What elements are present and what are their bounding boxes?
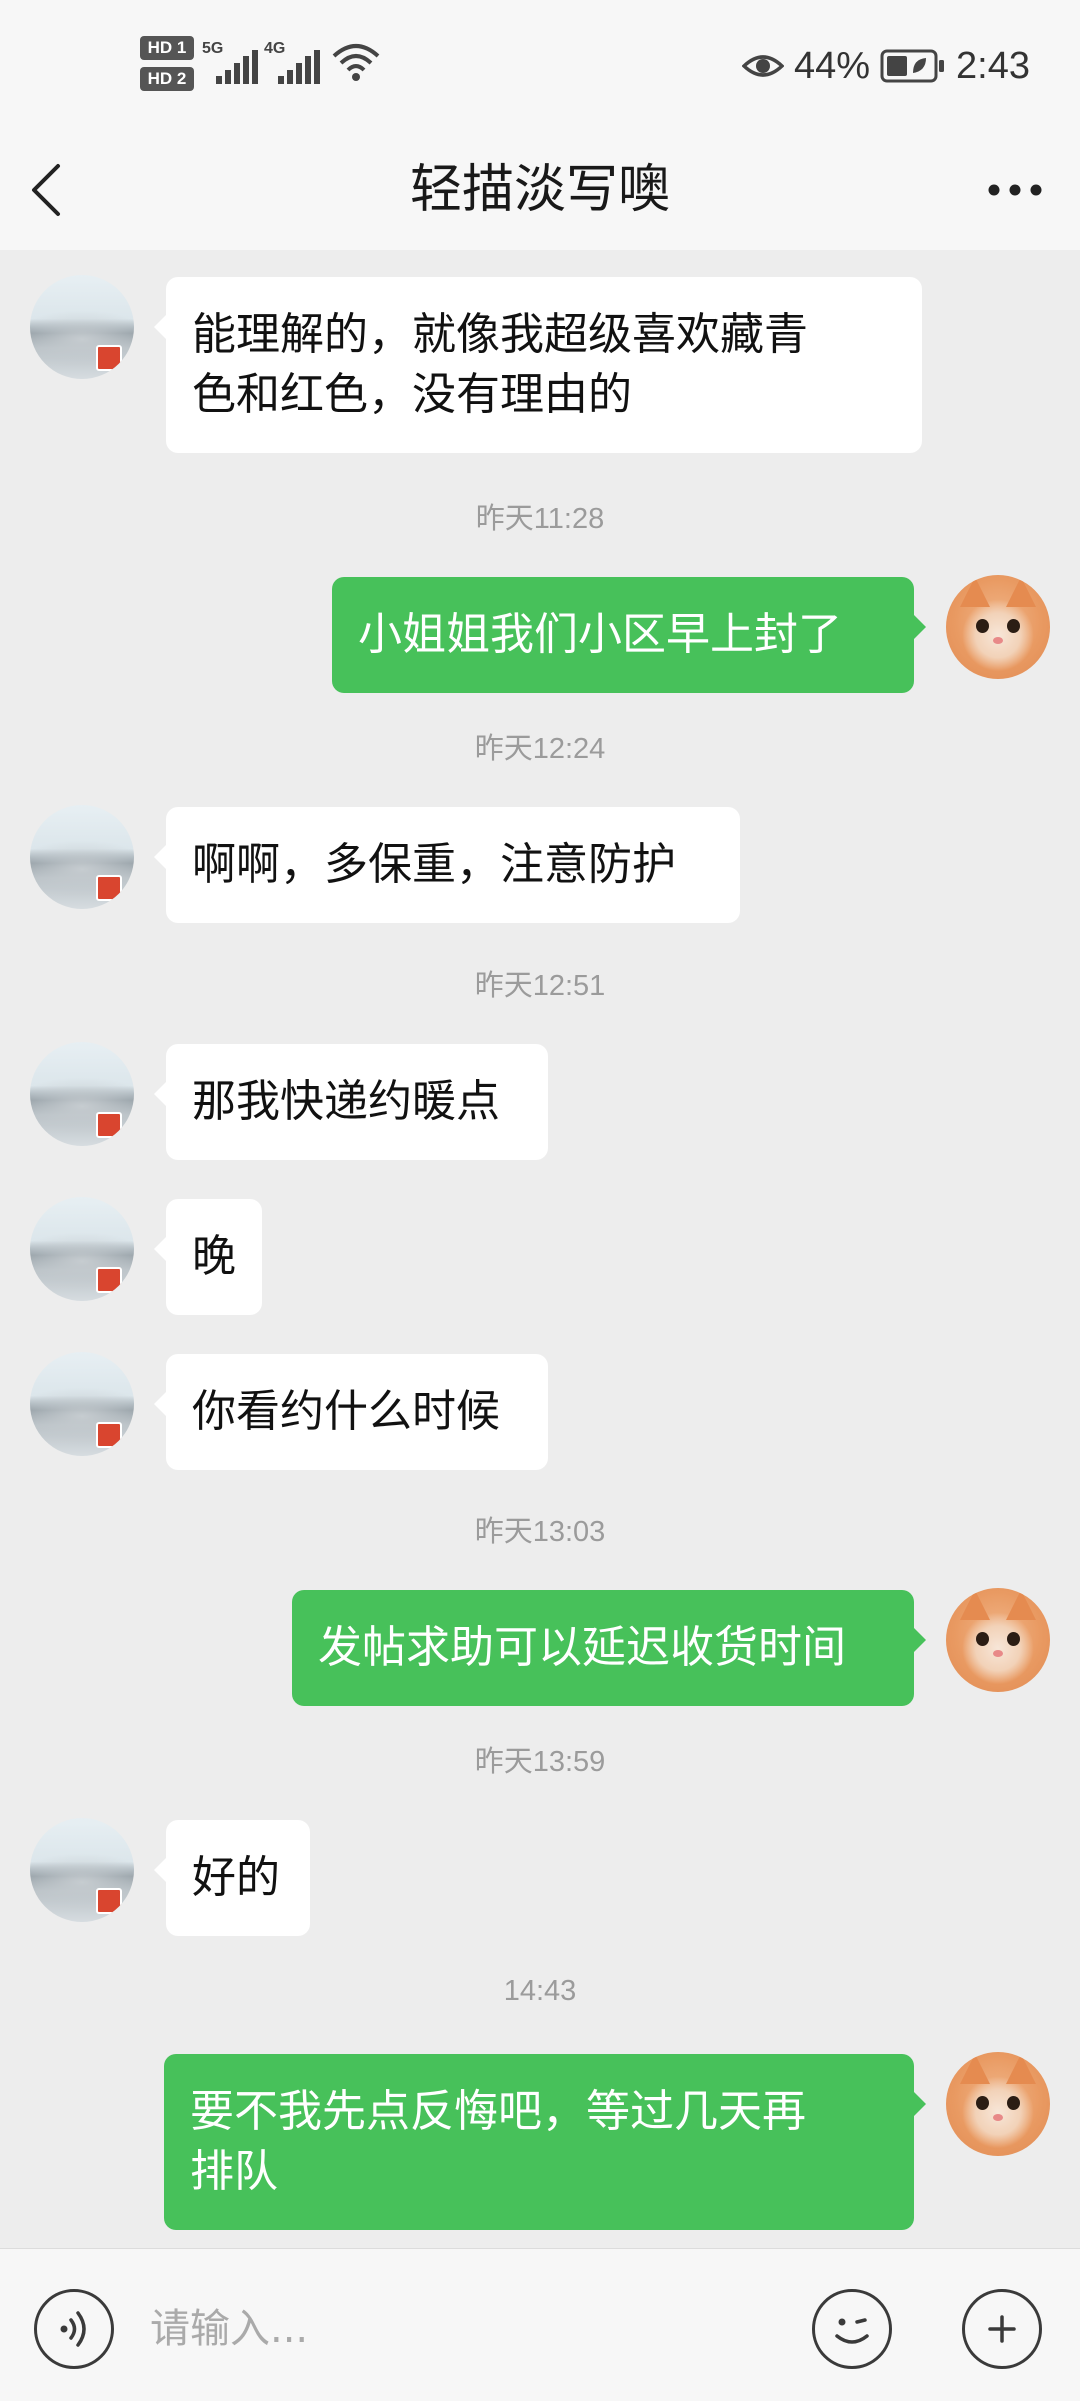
message-bubble[interactable]: 啊啊，多保重，注意防护 [154,807,740,923]
message-text-line: 晚 [192,1231,236,1282]
chat-title: 轻描淡写噢 [409,160,670,220]
message-text-line: 小姐姐我们小区早上封了 [358,609,842,660]
flag-badge-icon [96,1112,122,1138]
flag-badge-icon [96,1267,122,1293]
message-bubble[interactable]: 要不我先点反悔吧，等过几天再 排队 [164,2054,926,2230]
status-right: 44% 2:43 [741,40,1030,92]
more-dots-icon[interactable] [980,160,1050,220]
my-avatar[interactable] [946,1588,1050,1692]
battery-icon [880,49,945,83]
hd-icon: HD 1 HD 2 [140,36,194,98]
message-text-line: 发帖求助可以延迟收货时间 [318,1622,846,1673]
eye-icon [741,55,784,77]
message-incoming: 好的 [0,1818,1080,1938]
plus-button[interactable] [962,2289,1042,2369]
signal-icon: 4G [264,40,324,88]
my-avatar[interactable] [946,575,1050,679]
message-bubble[interactable]: 小姐姐我们小区早上封了 [332,577,926,693]
message-bubble[interactable]: 晚 [154,1199,262,1315]
message-text-line: 那我快递约暖点 [192,1076,500,1127]
flag-badge-icon [96,875,122,901]
cat-ear-left [960,1590,990,1620]
cat-ear-left [960,577,990,607]
status-bar: HD 1 HD 2 5G 4G 44% 2:43 [0,0,1080,130]
battery-percent: 44% [793,44,871,87]
timestamp: 昨天11:28 [475,503,605,535]
cat-nose [993,1650,1003,1657]
timestamp: 昨天13:03 [474,1516,606,1548]
message-bubble[interactable]: 好的 [154,1820,310,1936]
message-text-line: 能理解的，就像我超级喜欢藏青 [192,309,808,360]
message-bubble[interactable]: 能理解的，就像我超级喜欢藏青 色和红色，没有理由的 [154,277,922,453]
cat-ear-right [1006,2054,1036,2084]
message-list[interactable]: 能理解的，就像我超级喜欢藏青 色和红色，没有理由的 昨天11:28 小姐姐我们小… [0,250,1080,2248]
cat-eye-right [1007,2096,1020,2110]
clock: 2:43 [956,44,1030,87]
timestamp: 昨天12:24 [474,733,606,765]
voice-button[interactable] [34,2289,114,2369]
plus-icon [988,2315,1016,2343]
cat-ear-left [960,2054,990,2084]
flag-badge-icon [96,1888,122,1914]
message-text-line: 好的 [192,1852,280,1903]
message-bubble[interactable]: 那我快递约暖点 [154,1044,548,1160]
cat-ear-right [1006,1590,1036,1620]
message-text-line: 要不我先点反悔吧，等过几天再 [190,2086,806,2137]
message-incoming: 晚 [0,1197,1080,1317]
contact-avatar[interactable] [30,1042,134,1146]
flag-badge-icon [96,1422,122,1448]
cat-eye-left [976,619,989,633]
signal-icon: 5G [202,40,262,88]
cat-eye-left [976,2096,989,2110]
message-incoming: 能理解的，就像我超级喜欢藏青 色和红色，没有理由的 [0,275,1080,465]
emoji-icon [835,2318,869,2344]
timestamp: 昨天13:59 [474,1746,606,1778]
timestamp: 14:43 [503,1975,577,2007]
input-bar [0,2248,1080,2401]
wifi-icon [332,44,380,81]
message-text-line: 排队 [190,2146,278,2197]
emoji-button[interactable] [812,2289,892,2369]
contact-avatar[interactable] [30,1818,134,1922]
message-bubble[interactable]: 你看约什么时候 [154,1354,548,1470]
sim1-label: HD 1 [140,36,194,60]
message-outgoing: 发帖求助可以延迟收货时间 [0,1588,1080,1708]
message-incoming: 啊啊，多保重，注意防护 [0,805,1080,925]
flag-badge-icon [96,345,122,371]
contact-avatar[interactable] [30,1197,134,1301]
message-incoming: 那我快递约暖点 [0,1042,1080,1162]
sim2-label: HD 2 [140,67,194,91]
message-outgoing: 要不我先点反悔吧，等过几天再 排队 [0,2052,1080,2242]
message-text-line: 你看约什么时候 [192,1386,500,1437]
cat-eye-right [1007,1632,1020,1646]
cat-nose [993,2114,1003,2121]
my-avatar[interactable] [946,2052,1050,2156]
cat-eye-left [976,1632,989,1646]
cat-eye-right [1007,619,1020,633]
cat-nose [993,637,1003,644]
contact-avatar[interactable] [30,1352,134,1456]
chat-header: 轻描淡写噢 [0,130,1080,250]
timestamp: 昨天12:51 [474,970,606,1002]
message-text-line: 啊啊，多保重，注意防护 [192,839,676,890]
cat-ear-right [1006,577,1036,607]
message-outgoing: 小姐姐我们小区早上封了 [0,575,1080,695]
contact-avatar[interactable] [30,275,134,379]
message-incoming: 你看约什么时候 [0,1352,1080,1472]
message-bubble[interactable]: 发帖求助可以延迟收货时间 [292,1590,926,1706]
message-text-line: 色和红色，没有理由的 [192,369,632,420]
message-input[interactable] [150,2293,780,2365]
voice-icon [60,2311,86,2347]
contact-avatar[interactable] [30,805,134,909]
